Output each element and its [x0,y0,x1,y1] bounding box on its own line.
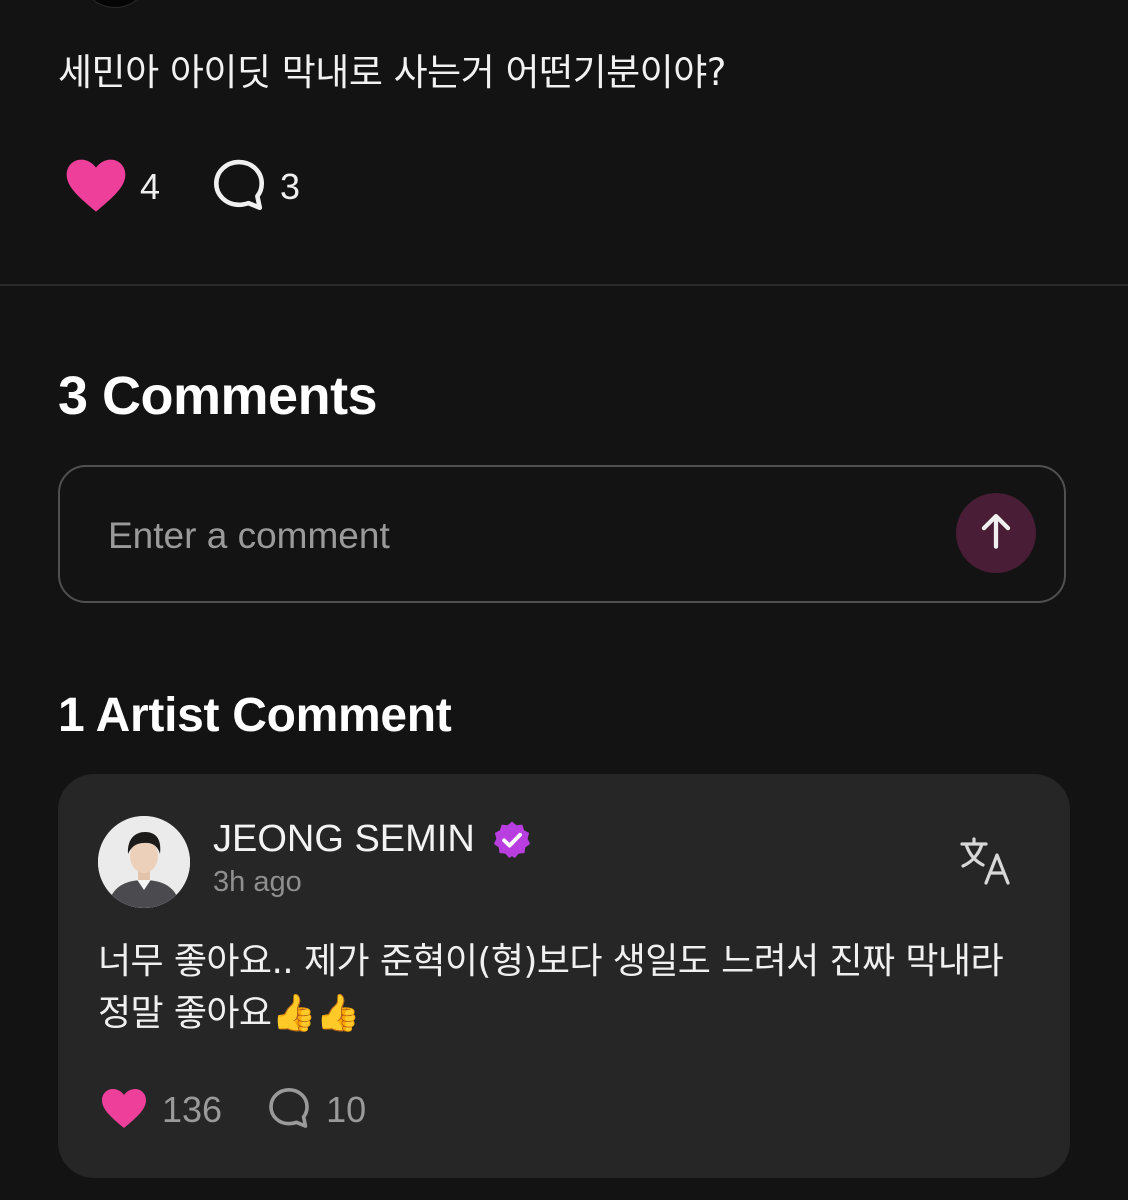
heart-icon [64,157,128,218]
post-comment-button[interactable]: 3 [210,156,300,219]
post-actions: 4 3 [64,156,300,218]
comment-input[interactable] [106,503,930,569]
translate-icon [958,837,1014,890]
send-comment-button[interactable] [956,493,1036,573]
comments-heading: 3 Comments [58,366,378,426]
artist-name-row: JEONG SEMIN [213,818,533,861]
artist-comment-text: 너무 좋아요.. 제가 준혁이(형)보다 생일도 느려서 진짜 막내라 정말 좋… [98,941,1004,1034]
speech-bubble-icon [210,156,268,219]
artist-comment-reply-count: 10 [326,1089,367,1130]
post-comment-count: 3 [280,166,301,207]
artist-comment-actions: 136 10 [100,1082,366,1138]
heart-icon [100,1087,148,1134]
artist-comment-reply-button[interactable]: 10 [266,1085,366,1136]
section-divider [0,284,1128,286]
comment-input-box [58,465,1066,603]
arrow-up-icon [979,512,1013,555]
comment-timestamp: 3h ago [213,866,302,898]
artist-name: JEONG SEMIN [213,818,475,860]
speech-bubble-icon [266,1085,312,1136]
verified-badge-icon [491,819,533,861]
artist-comment-like-button[interactable]: 136 [100,1087,222,1134]
translate-button[interactable] [958,836,1014,886]
artist-avatar[interactable] [98,816,190,908]
post-like-count: 4 [140,166,161,207]
artist-comments-heading: 1 Artist Comment [58,689,452,742]
artist-comment-card: JEONG SEMIN 3h ago 너무 좋아요.. 제가 준혁이(형)보다 … [58,774,1070,1178]
post-like-button[interactable]: 4 [64,157,160,218]
artist-comment-like-count: 136 [162,1089,223,1130]
post-author-avatar[interactable] [80,0,150,8]
post-text: 세민아 아이딧 막내로 사는거 어떤기분이야? [58,51,726,94]
